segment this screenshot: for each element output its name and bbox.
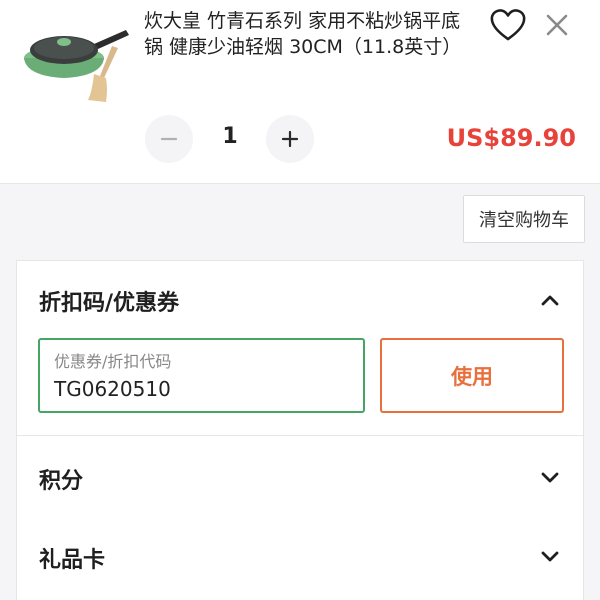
quantity-minus-button[interactable]	[145, 115, 193, 163]
item-price: US$89.90	[446, 124, 576, 152]
cart-item-card: 炊大皇 竹青石系列 家用不粘炒锅平底锅 健康少油轻烟 30CM（11.8英寸） …	[0, 0, 600, 184]
coupon-code-input[interactable]	[54, 374, 344, 404]
clear-cart-button[interactable]: 清空购物车	[463, 195, 585, 243]
chevron-down-icon	[541, 551, 559, 562]
favorite-heart-icon[interactable]	[489, 8, 527, 42]
gift-card-panel-title: 礼品卡	[39, 548, 106, 573]
coupon-code-field[interactable]: 优惠券/折扣代码	[38, 338, 365, 413]
points-panel-title: 积分	[39, 469, 84, 494]
chevron-down-icon	[541, 472, 559, 483]
product-title[interactable]: 炊大皇 竹青石系列 家用不粘炒锅平底锅 健康少油轻烟 30CM（11.8英寸）	[144, 8, 474, 60]
chevron-up-icon	[541, 295, 559, 306]
minus-icon	[160, 137, 178, 141]
quantity-plus-button[interactable]	[266, 115, 314, 163]
coupon-panel-title: 折扣码/优惠券	[39, 291, 180, 316]
plus-icon	[281, 130, 299, 148]
points-panel-header[interactable]: 积分	[17, 436, 583, 514]
apply-coupon-button[interactable]: 使用	[380, 338, 564, 413]
points-panel: 积分	[16, 436, 584, 516]
quantity-value: 1	[222, 124, 238, 149]
gift-card-panel-header[interactable]: 礼品卡	[17, 515, 583, 593]
gift-card-panel: 礼品卡	[16, 515, 584, 600]
coupon-field-label: 优惠券/折扣代码	[54, 352, 172, 371]
coupon-panel: 折扣码/优惠券 优惠券/折扣代码 使用	[16, 260, 584, 436]
remove-close-icon[interactable]	[544, 12, 570, 38]
coupon-panel-header[interactable]: 折扣码/优惠券	[17, 261, 583, 339]
product-image[interactable]	[22, 8, 132, 103]
